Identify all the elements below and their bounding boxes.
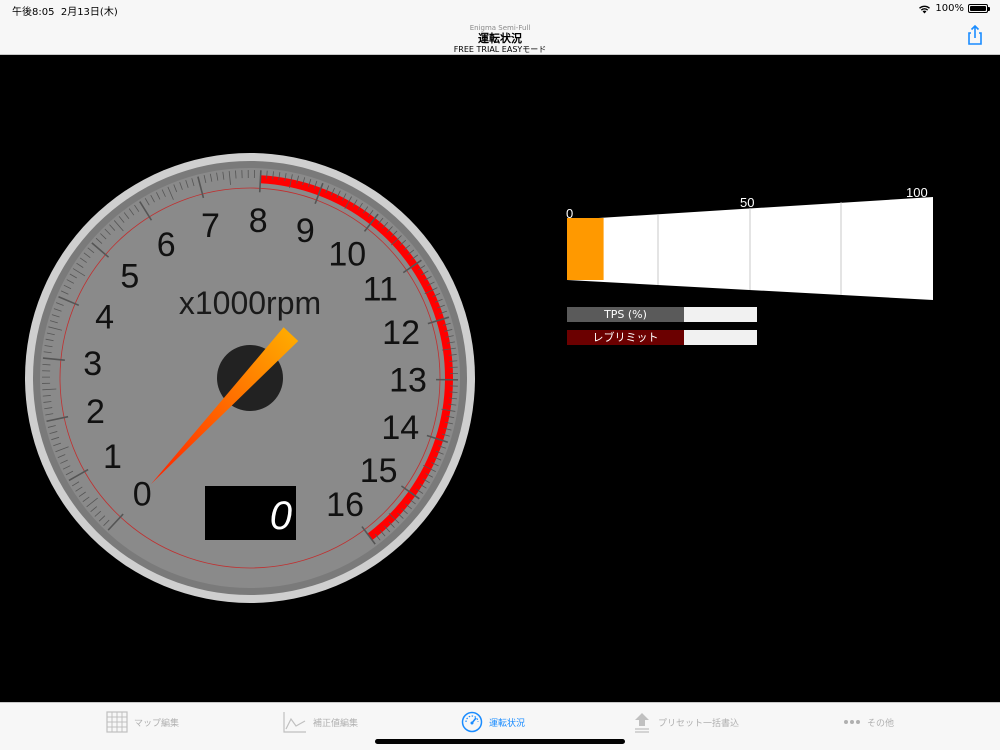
scale-label-50: 50 [740, 195, 754, 210]
home-indicator[interactable] [375, 739, 625, 744]
tab-map-edit[interactable]: マップ編集 [106, 711, 179, 733]
tps-fill [567, 218, 604, 280]
tab-label: その他 [867, 718, 895, 729]
legend-rev-limit-value [684, 330, 757, 345]
tick-label-2: 2 [86, 393, 105, 431]
tick-label-16: 16 [326, 486, 364, 524]
tick-label-0: 0 [133, 476, 152, 514]
status-date: 2月13日(木) [60, 7, 118, 18]
legend-tps-label: TPS (%) [567, 307, 684, 322]
tick-label-14: 14 [381, 409, 419, 447]
rpm-unit-label: x1000rpm [179, 285, 321, 321]
legend-rev-limit: レブリミット [567, 330, 757, 345]
line-chart-icon [283, 712, 306, 733]
grid-icon [106, 711, 128, 733]
tachometer-gauge: 0123456 7 8 910111213141516 x1000rpm 0 [25, 153, 475, 603]
wifi-icon [919, 5, 931, 13]
tick-label-13: 13 [389, 361, 427, 399]
minor-tick [235, 170, 237, 179]
tick-label-12: 12 [382, 314, 420, 352]
legend-tps: TPS (%) [567, 307, 757, 322]
tick-label-1: 1 [103, 438, 122, 476]
mode-label: FREE TRIAL EASYモード [453, 45, 547, 54]
tab-driving-status[interactable]: 運転状況 [461, 711, 525, 733]
legend-rev-limit-label: レブリミット [567, 330, 684, 345]
tick-label-6: 6 [157, 226, 176, 264]
tick-label-10: 10 [328, 235, 366, 273]
tick-label-4: 4 [95, 298, 114, 336]
nav-title-group: Enigma Semi-Full 運転状況 FREE TRIAL EASYモード [0, 24, 1000, 54]
speedometer-icon [461, 711, 483, 733]
tab-preset-write[interactable]: プリセット一括書込 [632, 711, 739, 733]
battery-icon [968, 4, 990, 13]
tab-other[interactable]: その他 [843, 711, 894, 733]
tick-label-8: 8 [249, 202, 268, 240]
more-icon [844, 720, 860, 724]
status-time: 午後8:05 2月13日(木) [12, 7, 118, 18]
scale-label-100: 100 [906, 185, 928, 200]
digital-readout: 0 [270, 494, 292, 538]
tick-label-11: 11 [363, 271, 398, 309]
tick-label-15: 15 [360, 452, 398, 490]
tab-label: マップ編集 [134, 718, 180, 729]
battery-percent: 100% [935, 3, 964, 14]
tick-label-7: 7 [201, 207, 220, 245]
page-title: 運転状況 [478, 32, 522, 45]
tick-label-5: 5 [120, 257, 139, 295]
tab-label: プリセット一括書込 [658, 718, 740, 729]
tab-correction-edit[interactable]: 補正値編集 [283, 711, 358, 733]
tab-label: 補正値編集 [313, 718, 359, 729]
tick-label-9: 9 [296, 212, 315, 250]
share-icon[interactable] [964, 24, 986, 46]
top-navigation-bar: 午後8:05 2月13日(木) 100% Enigma Semi-Full 運転… [0, 0, 1000, 55]
legend-tps-value [684, 307, 757, 322]
scale-label-0: 0 [566, 206, 573, 221]
tps-bar-graph: 0 50 100 [566, 185, 933, 300]
tick-label-3: 3 [83, 345, 102, 383]
minor-tick [449, 391, 458, 393]
upload-icon [635, 713, 649, 733]
status-indicators: 100% [918, 3, 990, 14]
minor-tick [42, 363, 51, 366]
tab-label: 運転状況 [489, 718, 526, 729]
